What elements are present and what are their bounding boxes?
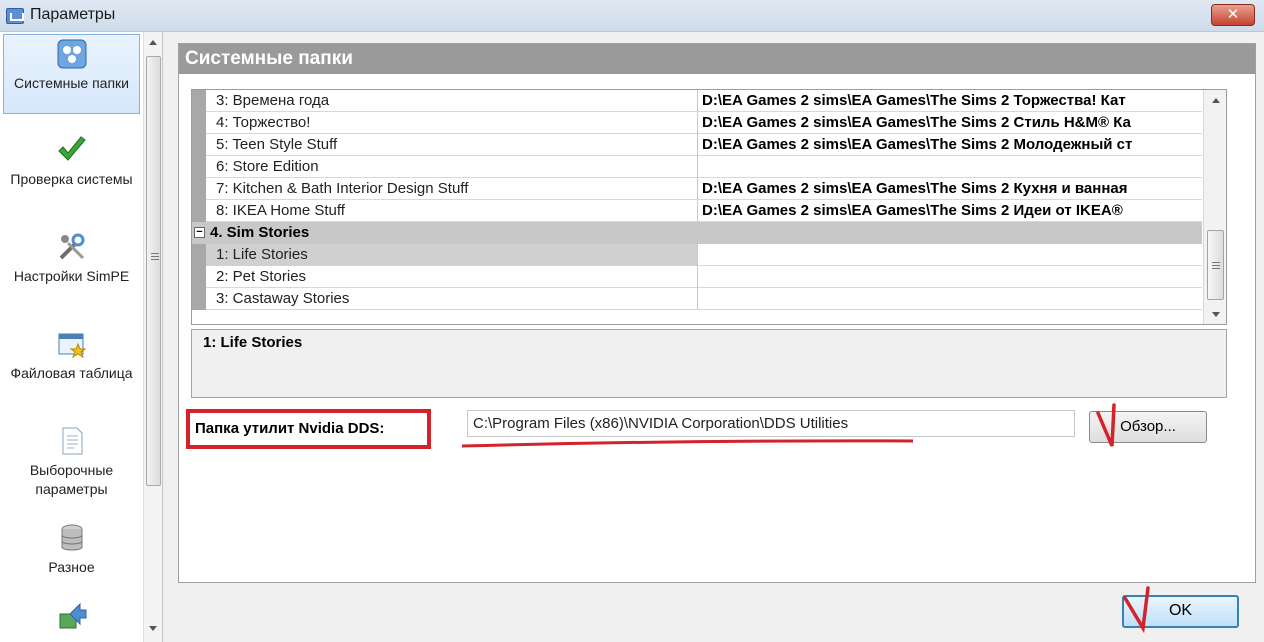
table-row[interactable]: 6: Store Edition xyxy=(192,156,1202,178)
dds-folder-label: Папка утилит Nvidia DDS: xyxy=(195,420,385,437)
sidebar-item-label: Системные папки xyxy=(14,75,129,91)
row-name: 2: Pet Stories xyxy=(206,266,698,288)
sidebar-item-system-folders[interactable]: Системные папки xyxy=(3,34,140,114)
file-table-icon xyxy=(58,333,86,359)
upload-icon xyxy=(59,602,86,629)
row-value[interactable] xyxy=(699,288,1202,310)
row-value[interactable]: D:\EA Games 2 sims\EA Games\The Sims 2 И… xyxy=(699,200,1202,222)
table-row[interactable]: 8: IKEA Home Stuff D:\EA Games 2 sims\EA… xyxy=(192,200,1202,222)
sidebar-item-label: Проверка системы xyxy=(10,171,133,187)
row-value[interactable] xyxy=(699,156,1202,178)
description-panel: 1: Life Stories xyxy=(191,329,1227,398)
sidebar-item-more[interactable] xyxy=(3,597,140,642)
title-bar: Параметры ✕ xyxy=(0,0,1264,32)
sidebar-item-simpe-settings[interactable]: Настройки SimPE xyxy=(3,228,140,308)
dds-label-highlight: Папка утилит Nvidia DDS: xyxy=(186,409,431,449)
database-icon xyxy=(61,524,82,551)
row-value[interactable] xyxy=(699,244,1202,266)
collapse-icon[interactable]: − xyxy=(194,227,205,238)
close-button[interactable]: ✕ xyxy=(1211,4,1255,26)
row-value[interactable]: D:\EA Games 2 sims\EA Games\The Sims 2 М… xyxy=(699,134,1202,156)
scrollbar-thumb[interactable] xyxy=(1207,230,1224,300)
document-icon xyxy=(62,427,82,455)
sidebar-item-custom-params[interactable]: Выборочные параметры xyxy=(3,422,140,502)
sidebar-item-label: Файловая таблица xyxy=(10,365,133,381)
category-label: 4. Sim Stories xyxy=(210,224,310,241)
sidebar-item-file-table[interactable]: Файловая таблица xyxy=(3,325,140,405)
row-value[interactable]: D:\EA Games 2 sims\EA Games\The Sims 2 Т… xyxy=(699,90,1202,112)
row-name: 3: Castaway Stories xyxy=(206,288,698,310)
scroll-down-icon[interactable] xyxy=(1212,312,1220,317)
scroll-up-icon[interactable] xyxy=(1212,98,1220,103)
sidebar-item-label: Разное xyxy=(48,559,95,575)
row-name: 1: Life Stories xyxy=(206,244,698,266)
scrollbar-thumb[interactable] xyxy=(146,56,161,486)
window-title: Параметры xyxy=(30,6,116,23)
table-row[interactable]: 3: Времена года D:\EA Games 2 sims\EA Ga… xyxy=(192,90,1202,112)
browse-button[interactable]: Обзор... xyxy=(1089,411,1207,443)
scroll-up-icon[interactable] xyxy=(149,40,157,45)
row-name: 5: Teen Style Stuff xyxy=(206,134,698,156)
main-panel: Системные папки 3: Времена года D:\EA Ga… xyxy=(178,43,1256,583)
ok-button[interactable]: OK xyxy=(1122,595,1239,628)
description-title: 1: Life Stories xyxy=(203,334,303,351)
tools-icon xyxy=(59,233,84,260)
property-grid: 3: Времена года D:\EA Games 2 sims\EA Ga… xyxy=(191,89,1227,325)
row-name: 3: Времена года xyxy=(206,90,698,112)
row-name: 6: Store Edition xyxy=(206,156,698,178)
sidebar: Системные папки Проверка системы Настрой… xyxy=(0,32,163,642)
row-name: 4: Торжество! xyxy=(206,112,698,134)
dds-path-field[interactable]: C:\Program Files (x86)\NVIDIA Corporatio… xyxy=(467,410,1075,437)
grid-scrollbar[interactable] xyxy=(1203,90,1226,324)
scroll-down-icon[interactable] xyxy=(149,626,157,631)
sidebar-item-label: Настройки SimPE xyxy=(13,268,130,284)
row-value[interactable] xyxy=(699,266,1202,288)
row-name: 8: IKEA Home Stuff xyxy=(206,200,698,222)
row-value[interactable]: D:\EA Games 2 sims\EA Games\The Sims 2 С… xyxy=(699,112,1202,134)
table-row[interactable]: 7: Kitchen & Bath Interior Design Stuff … xyxy=(192,178,1202,200)
table-row[interactable]: 4: Торжество! D:\EA Games 2 sims\EA Game… xyxy=(192,112,1202,134)
sidebar-item-misc[interactable]: Разное xyxy=(3,519,140,599)
table-row[interactable]: 2: Pet Stories xyxy=(192,266,1202,288)
panel-title: Системные папки xyxy=(179,44,1255,74)
category-row[interactable]: − 4. Sim Stories xyxy=(192,222,1202,244)
app-icon xyxy=(6,8,24,24)
row-value[interactable]: D:\EA Games 2 sims\EA Games\The Sims 2 К… xyxy=(699,178,1202,200)
row-name: 7: Kitchen & Bath Interior Design Stuff xyxy=(206,178,698,200)
table-row[interactable]: 1: Life Stories xyxy=(192,244,1202,266)
system-folders-icon xyxy=(57,39,86,69)
sidebar-scrollbar[interactable] xyxy=(143,32,162,642)
sidebar-item-label: Выборочные параметры xyxy=(29,462,114,497)
table-row[interactable]: 5: Teen Style Stuff D:\EA Games 2 sims\E… xyxy=(192,134,1202,156)
sidebar-item-system-check[interactable]: Проверка системы xyxy=(3,131,140,211)
table-row[interactable]: 3: Castaway Stories xyxy=(192,288,1202,310)
checkmark-icon xyxy=(57,136,86,161)
